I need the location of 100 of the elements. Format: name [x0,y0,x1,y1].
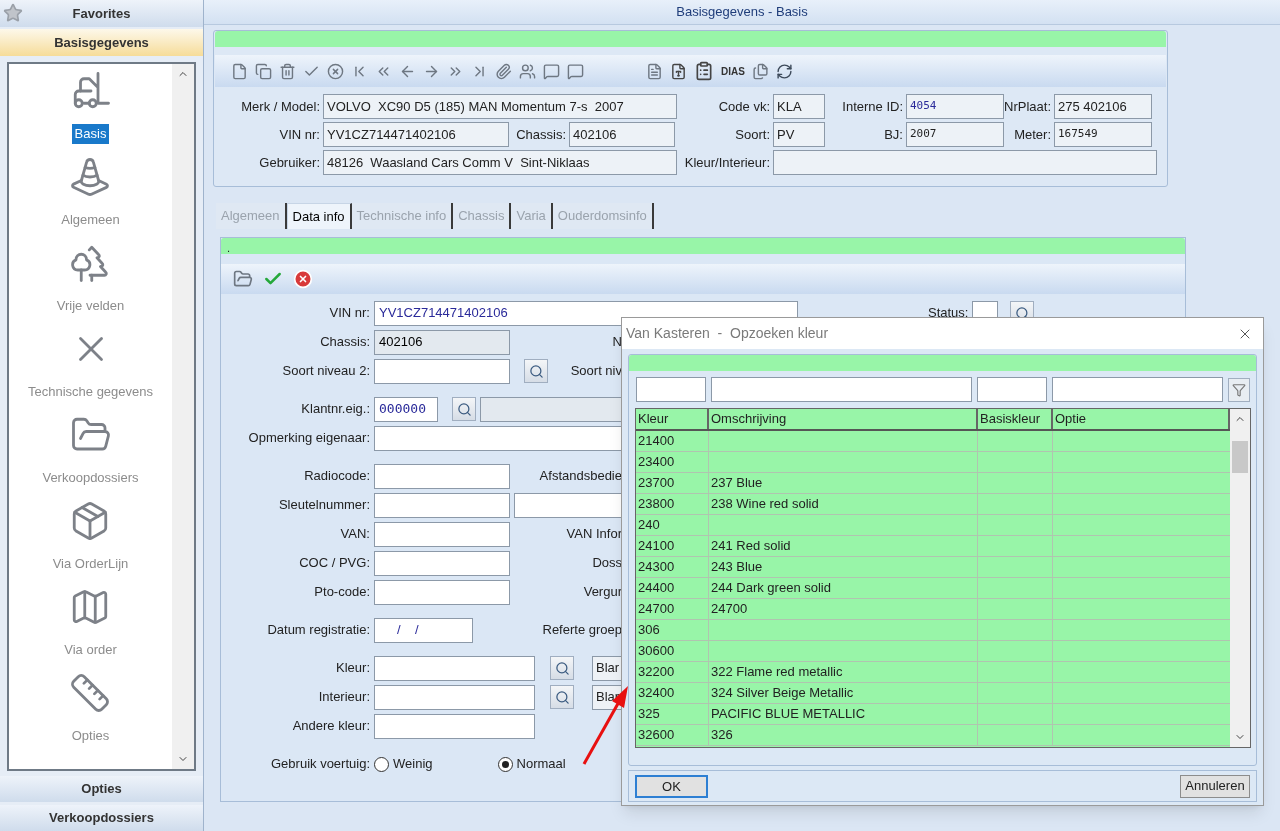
table-row[interactable]: 30600 [636,641,1230,662]
table-cell: 32600 [636,725,709,745]
table-row[interactable]: 21400 [636,431,1230,452]
input-field[interactable] [480,396,622,422]
input-field[interactable] [374,521,510,547]
field-value: 275 402106 [1054,94,1152,119]
table-cell: 237 Blue [709,473,978,493]
search-icon [554,660,570,676]
table-cell: 325 [636,704,709,724]
radio-button[interactable] [497,756,513,772]
dialog-title: Van Kasteren - Opzoeken kleur [626,324,829,343]
input-field[interactable]: 402106 [374,329,510,355]
filter-button[interactable] [1228,377,1250,402]
input-field[interactable]: / / [374,617,473,643]
table-row[interactable]: 23400 [636,452,1230,473]
radio-option[interactable]: Normaal [497,754,566,774]
table-cell: 30600 [636,641,709,661]
sidebar-item[interactable]: Algemeen [58,210,123,230]
files-icon[interactable] [751,62,769,80]
input-field[interactable] [374,579,510,605]
cancel-icon[interactable] [327,62,344,80]
folder-icon[interactable] [233,269,253,289]
table-row[interactable]: 23700 237 Blue [636,473,1230,494]
sidebar-item[interactable]: Technische gegevens [25,382,156,402]
field-value: 167549 [1054,122,1152,147]
color-button[interactable]: Blar [592,655,622,681]
sidebar-item[interactable]: Basis [71,124,110,144]
scrollbar[interactable] [172,64,194,769]
message-icon[interactable] [567,62,584,80]
field-value: KLA [773,94,825,119]
input-field[interactable] [374,684,535,710]
filter-field[interactable] [1051,377,1224,402]
table-cell: 21400 [636,431,709,451]
table-row[interactable]: 23800 238 Wine red solid [636,494,1230,515]
table-row[interactable]: 24300 243 Blue [636,557,1230,578]
table-row[interactable]: 325 PACIFIC BLUE METALLIC [636,704,1230,725]
field-label: Meter: [1013,125,1052,144]
sidebar-item[interactable]: Vrije velden [53,296,128,316]
column-header[interactable]: Basiskleur [978,409,1053,429]
input-field[interactable]: 000000 [374,396,438,422]
message-icon[interactable] [543,62,560,80]
cancel-button[interactable]: Annuleren [1180,774,1250,798]
table-row[interactable]: 32600 326 [636,725,1230,746]
table-row[interactable]: 32200 322 Flame red metallic [636,662,1230,683]
table-cell: 23800 [636,494,709,514]
sidebar-item[interactable]: Verkoopdossiers [39,468,142,488]
scroll-thumb[interactable] [1232,441,1248,473]
sidebar-section-header[interactable]: Favorites [0,0,203,27]
column-header[interactable]: Kleur [636,409,709,429]
table-cell: 24700 [636,599,709,619]
search-button[interactable] [452,397,476,421]
field-label: Kleur/Interieur: [683,153,771,172]
table-row[interactable]: 32400 324 Silver Beige Metallic [636,683,1230,704]
field-label: Merk / Model: [240,97,321,116]
input-field[interactable] [374,425,622,451]
clipboard-icon[interactable] [694,61,714,81]
table-row[interactable]: 24400 244 Dark green solid [636,578,1230,599]
refresh-icon[interactable] [775,62,793,80]
filter-field[interactable] [636,377,706,402]
tab[interactable]: Data info [286,203,352,229]
sidebar-item[interactable]: Via order [61,640,120,660]
sidebar-section-header[interactable]: Opties [0,776,203,802]
table-row[interactable]: 240 [636,515,1230,536]
search-button[interactable] [550,656,574,680]
users-icon[interactable] [519,62,536,80]
search-icon [528,363,544,379]
sidebar-section-header[interactable]: Verkoopdossiers [0,805,203,831]
input-field[interactable] [374,655,535,681]
table-cell: 243 Blue [709,557,978,577]
table-row[interactable]: 306 [636,620,1230,641]
word-document-icon[interactable] [670,62,687,80]
field-label: Pto-code: [313,583,371,602]
input-field[interactable] [374,358,510,384]
dias-button[interactable]: DIAS [721,63,745,79]
search-button[interactable] [524,359,548,383]
document-icon[interactable] [646,62,663,80]
ok-button[interactable]: OK [635,774,708,798]
copy-icon[interactable] [255,62,272,80]
filter-field[interactable] [710,377,972,402]
trash-icon[interactable] [279,62,296,80]
input-field[interactable] [374,463,510,489]
table-cell: 23400 [636,452,709,472]
input-field[interactable] [374,713,535,739]
table-row[interactable]: 24700 24700 [636,599,1230,620]
input-field[interactable] [374,492,510,518]
field-label: Vergur [583,583,622,602]
filter-field[interactable] [976,377,1047,402]
scrollbar[interactable] [1230,409,1250,747]
column-header[interactable]: Omschrijving [709,409,978,429]
sidebar-item[interactable]: Via OrderLijn [49,554,132,574]
new-file-icon[interactable] [231,62,248,80]
search-button[interactable] [550,685,574,709]
paperclip-icon[interactable] [495,62,512,80]
radio-button[interactable] [374,756,389,772]
sidebar-section-header[interactable]: Basisgegevens [0,29,203,56]
field-value: 2007 [906,122,1004,147]
input-field[interactable] [374,550,510,576]
table-row[interactable]: 24100 241 Red solid [636,536,1230,557]
radio-option[interactable]: Weinig [374,754,433,774]
input-field[interactable] [514,492,622,518]
